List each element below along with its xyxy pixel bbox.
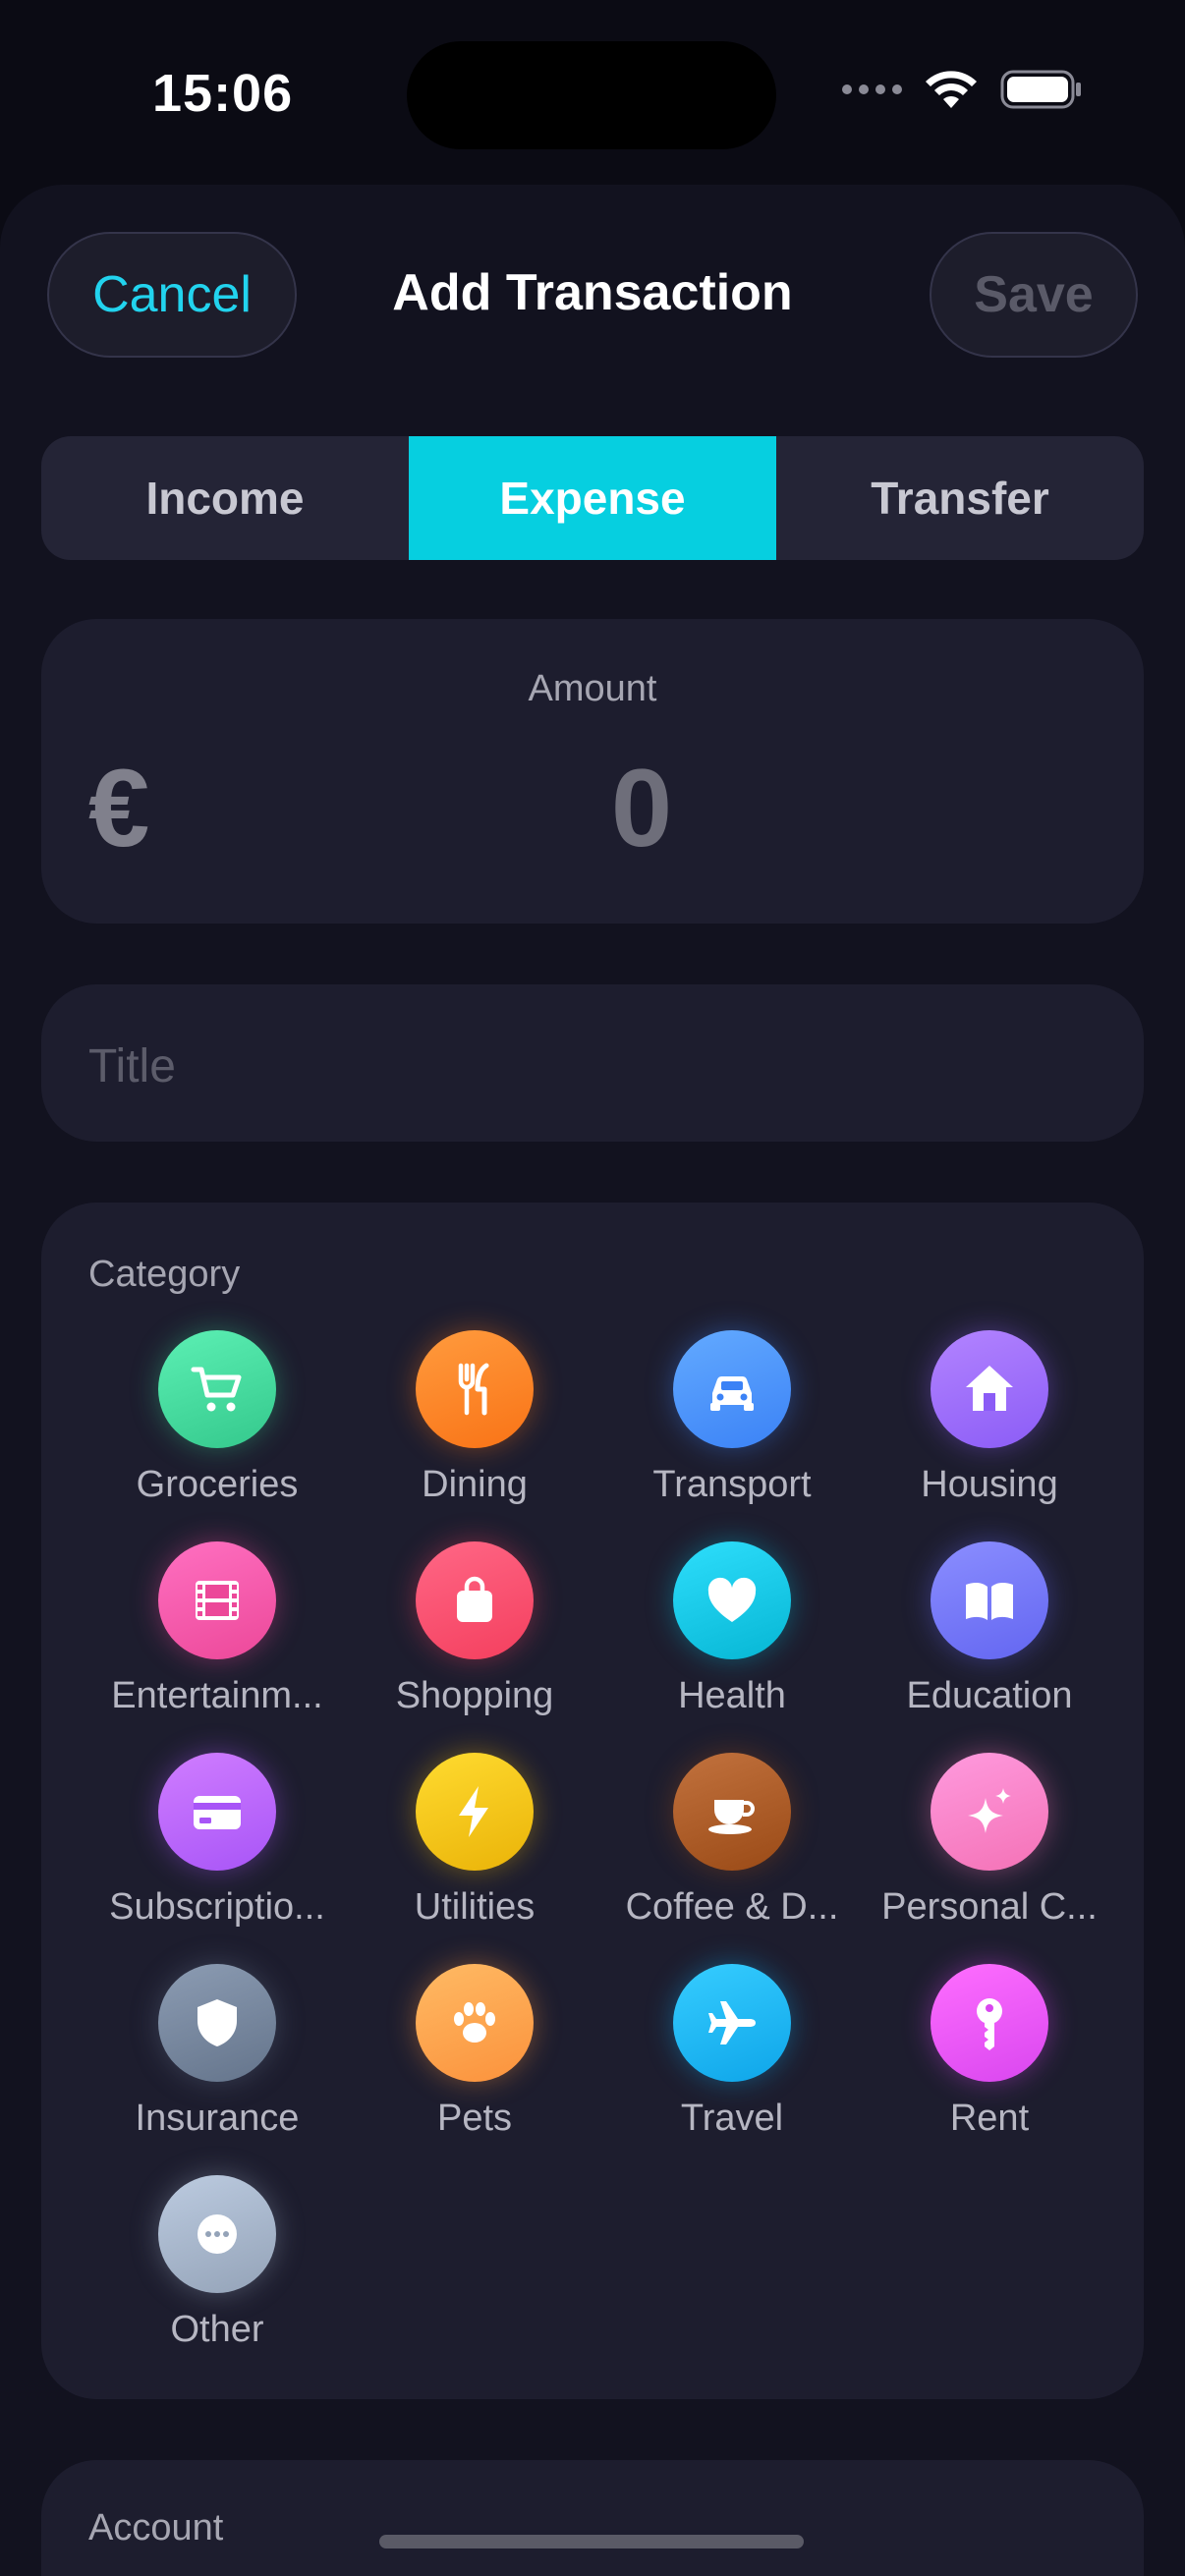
- book-icon: [966, 1582, 1013, 1620]
- category-label: Dining: [422, 1464, 528, 1505]
- paw-icon: [454, 2002, 495, 2043]
- category-label: Subscriptio...: [109, 1886, 325, 1928]
- amount-label: Amount: [528, 668, 657, 709]
- category-icon-circle: [158, 1541, 276, 1659]
- credit-card-icon: [194, 1796, 241, 1829]
- category-label: Shopping: [395, 1675, 554, 1716]
- category-icon-circle: [158, 1753, 276, 1871]
- account-card[interactable]: Account: [41, 2460, 1144, 2576]
- category-housing[interactable]: Housing: [861, 1330, 1118, 1541]
- category-icon-circle: [158, 2175, 276, 2293]
- title-card: [41, 984, 1144, 1142]
- category-icon-circle: [673, 1541, 791, 1659]
- category-card: Category Groceries Dining Transport Housing…: [41, 1203, 1144, 2399]
- shield-icon: [198, 1999, 237, 2046]
- coffee-cup-icon: [708, 1800, 755, 1834]
- heart-icon: [707, 1577, 757, 1622]
- category-entertainm[interactable]: Entertainm...: [88, 1541, 346, 1753]
- film-icon: [196, 1581, 239, 1620]
- sparkles-icon: [968, 1788, 1011, 1833]
- category-label: Housing: [921, 1464, 1058, 1505]
- category-label: Travel: [680, 2098, 784, 2139]
- status-bar: 15:06: [0, 0, 1185, 187]
- category-label: Pets: [436, 2098, 513, 2139]
- category-subscriptio[interactable]: Subscriptio...: [88, 1753, 346, 1964]
- status-icons: [842, 69, 1083, 110]
- cart-icon: [191, 1367, 242, 1412]
- status-time: 15:06: [152, 64, 294, 123]
- category-section-label: Category: [88, 1254, 241, 1295]
- category-icon-circle: [416, 1330, 534, 1448]
- category-label: Rent: [949, 2098, 1030, 2139]
- category-label: Groceries: [136, 1464, 299, 1505]
- category-label: Transport: [652, 1464, 812, 1505]
- fork-knife-icon: [458, 1363, 489, 1416]
- category-label: Entertainm...: [111, 1675, 323, 1716]
- category-transport[interactable]: Transport: [603, 1330, 861, 1541]
- title-input[interactable]: [88, 1032, 1091, 1100]
- category-icon-circle: [158, 1330, 276, 1448]
- category-label: Other: [170, 2309, 264, 2350]
- airplane-icon: [708, 2001, 756, 2044]
- car-icon: [710, 1375, 754, 1411]
- amount-value[interactable]: 0: [41, 745, 1185, 871]
- key-icon: [977, 1998, 1002, 2050]
- bag-icon: [457, 1576, 492, 1622]
- category-icon-circle: [416, 1753, 534, 1871]
- category-personal-c[interactable]: Personal C...: [861, 1753, 1118, 1964]
- bolt-icon: [459, 1786, 488, 1837]
- category-label: Education: [906, 1675, 1073, 1716]
- category-shopping[interactable]: Shopping: [346, 1541, 603, 1753]
- category-pets[interactable]: Pets: [346, 1964, 603, 2175]
- house-icon: [966, 1366, 1013, 1411]
- category-icon-circle: [158, 1964, 276, 2082]
- cellular-signal-icon: [842, 84, 902, 94]
- save-button[interactable]: Save: [930, 232, 1138, 358]
- amount-card[interactable]: Amount € 0: [41, 619, 1144, 924]
- category-icon-circle: [931, 1753, 1048, 1871]
- wifi-icon: [926, 71, 977, 108]
- category-education[interactable]: Education: [861, 1541, 1118, 1753]
- segment-transfer[interactable]: Transfer: [776, 436, 1144, 560]
- battery-icon: [1000, 70, 1081, 109]
- category-icon-circle: [931, 1541, 1048, 1659]
- category-utilities[interactable]: Utilities: [346, 1753, 603, 1964]
- category-label: Insurance: [135, 2098, 300, 2139]
- category-icon-circle: [931, 1330, 1048, 1448]
- category-icon-circle: [673, 1330, 791, 1448]
- category-dining[interactable]: Dining: [346, 1330, 603, 1541]
- category-icon-circle: [673, 1753, 791, 1871]
- category-icon-circle: [673, 1964, 791, 2082]
- category-icon-circle: [931, 1964, 1048, 2082]
- home-indicator: [379, 2535, 804, 2548]
- category-label: Health: [678, 1675, 786, 1716]
- category-label: Coffee & D...: [625, 1886, 839, 1928]
- category-icon-circle: [416, 1964, 534, 2082]
- category-groceries[interactable]: Groceries: [88, 1330, 346, 1541]
- segment-expense[interactable]: Expense: [409, 436, 776, 560]
- category-coffee-d[interactable]: Coffee & D...: [603, 1753, 861, 1964]
- category-label: Utilities: [414, 1886, 536, 1928]
- segment-income[interactable]: Income: [41, 436, 409, 560]
- category-other[interactable]: Other: [88, 2175, 346, 2386]
- category-health[interactable]: Health: [603, 1541, 861, 1753]
- category-label: Personal C...: [881, 1886, 1098, 1928]
- transaction-type-segmented-control: Income Expense Transfer: [41, 436, 1144, 560]
- account-section-label: Account: [88, 2507, 224, 2548]
- category-icon-circle: [416, 1541, 534, 1659]
- category-travel[interactable]: Travel: [603, 1964, 861, 2175]
- ellipsis-icon: [198, 2214, 237, 2254]
- category-insurance[interactable]: Insurance: [88, 1964, 346, 2175]
- category-rent[interactable]: Rent: [861, 1964, 1118, 2175]
- dynamic-island: [407, 41, 776, 149]
